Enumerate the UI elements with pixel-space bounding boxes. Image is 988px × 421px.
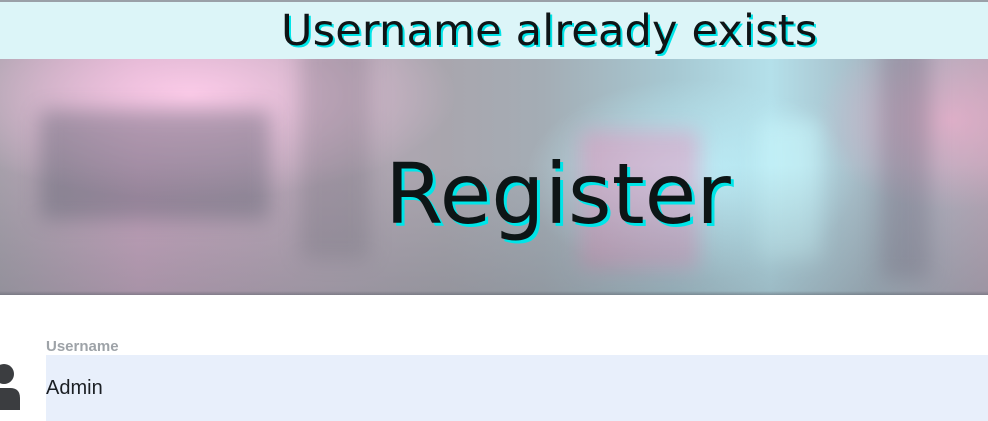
error-alert-bar: Username already exists — [0, 0, 988, 59]
user-icon — [0, 362, 20, 410]
username-label: Username — [46, 338, 119, 355]
error-alert-message: Username already exists — [281, 6, 818, 56]
username-input[interactable] — [46, 355, 988, 421]
page-title: Register — [385, 145, 731, 243]
